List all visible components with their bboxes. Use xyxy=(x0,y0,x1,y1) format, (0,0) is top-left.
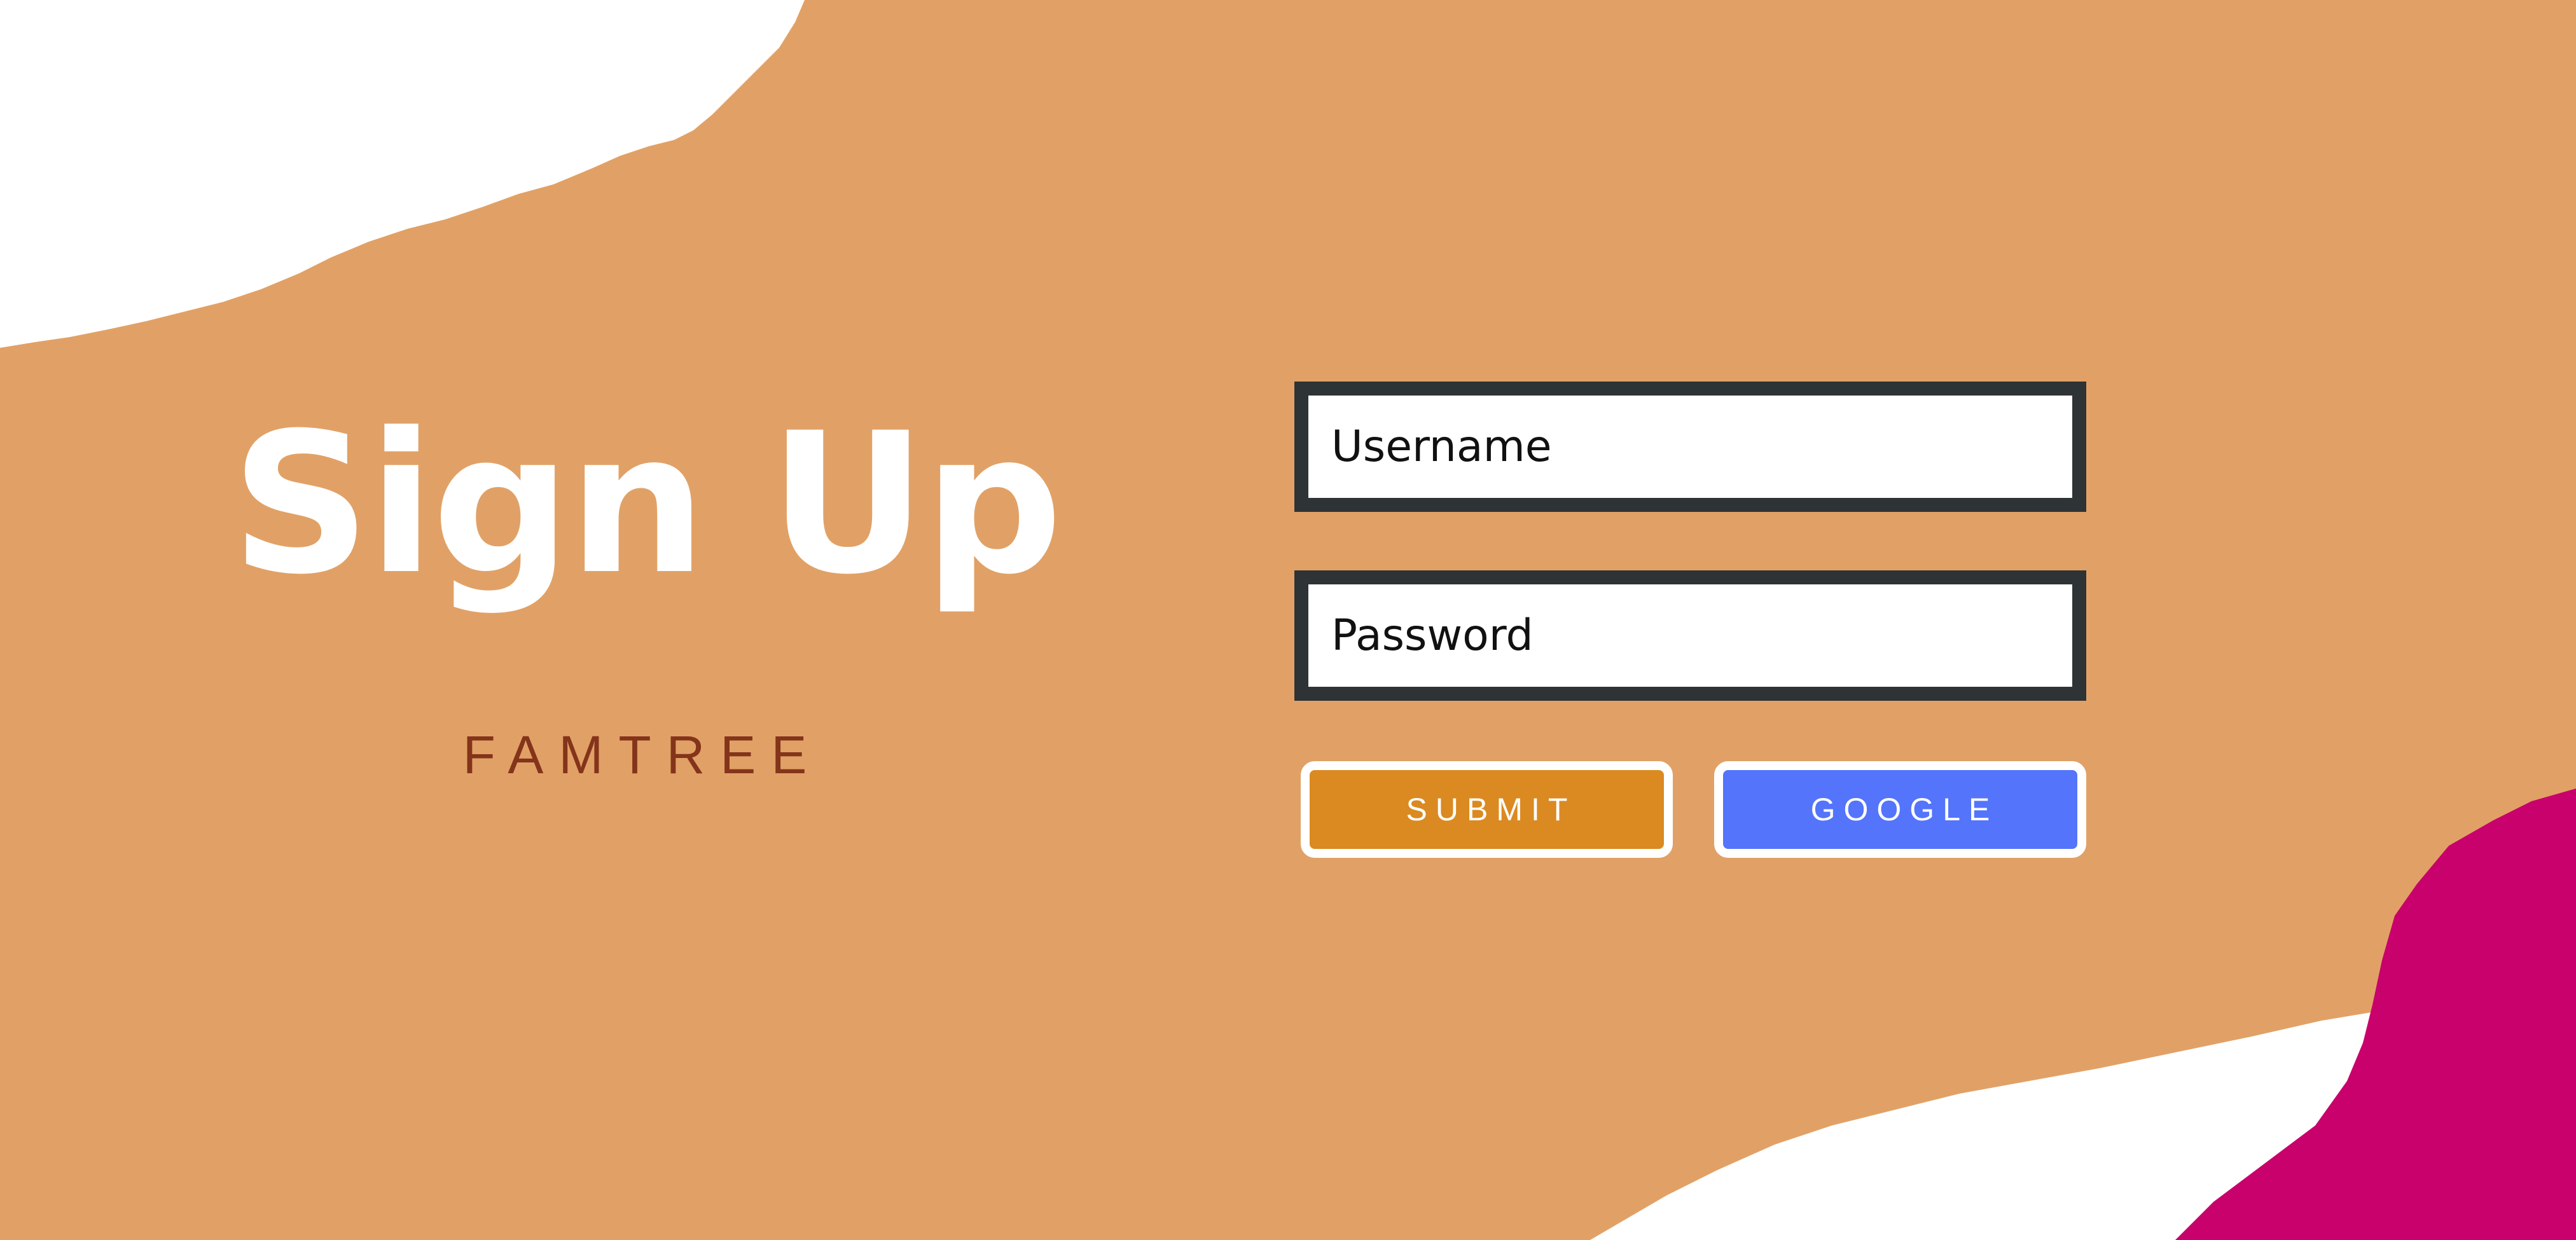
username-field[interactable] xyxy=(1294,382,2086,512)
page-title: Sign Up xyxy=(231,391,1063,617)
password-input[interactable] xyxy=(1308,584,2072,687)
password-field[interactable] xyxy=(1294,570,2086,701)
google-sign-in-button[interactable]: GOOGLE xyxy=(1714,761,2086,858)
torn-paper-shape-top-left xyxy=(0,0,805,348)
background-decoration xyxy=(0,0,2576,1240)
username-input[interactable] xyxy=(1308,396,2072,498)
submit-button[interactable]: SUBMIT xyxy=(1301,761,1673,858)
brand-name: FAMTREE xyxy=(462,725,822,785)
